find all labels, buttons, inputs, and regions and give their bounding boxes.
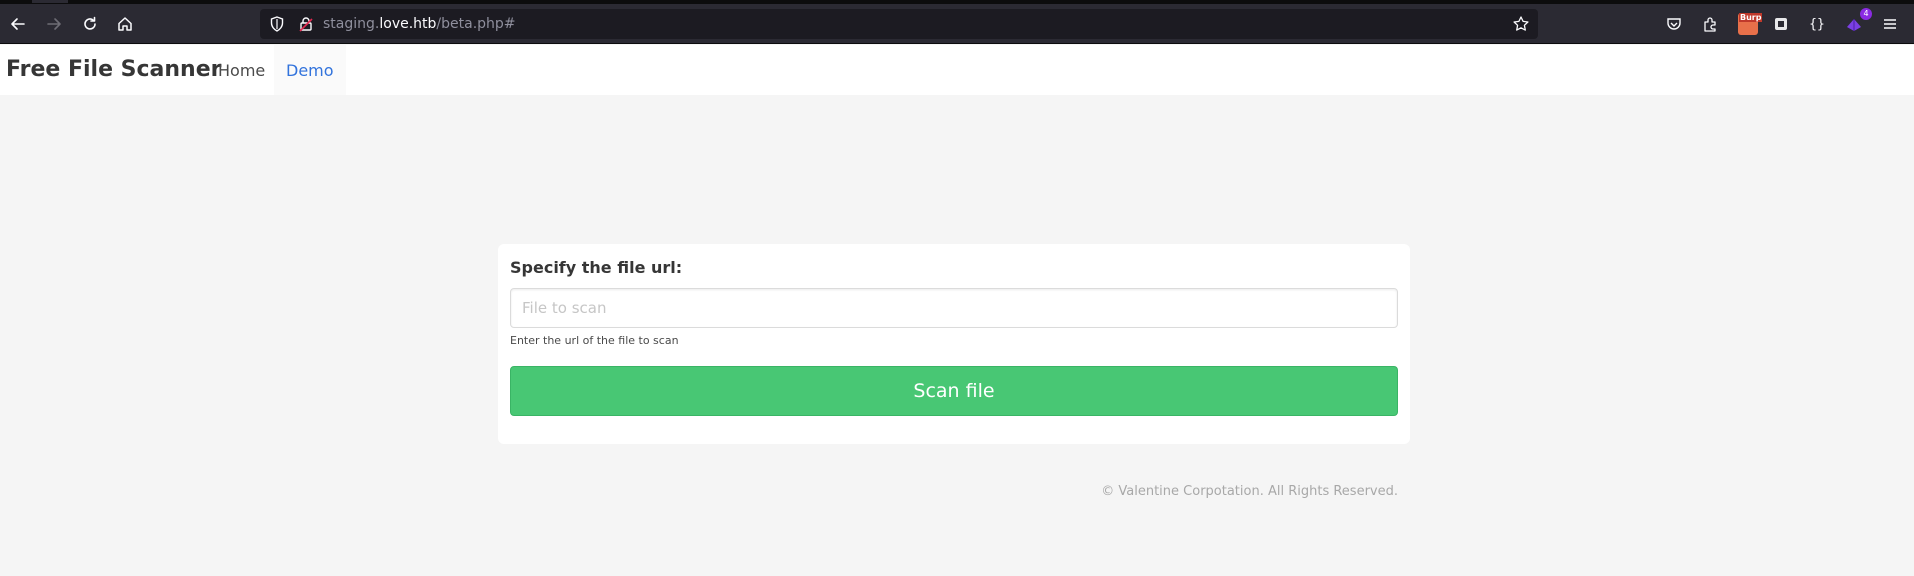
home-button[interactable] [111, 10, 139, 38]
site-navbar: Free File Scanner Home Demo [0, 45, 1914, 95]
back-button[interactable] [4, 10, 32, 38]
tab-indicator [32, 0, 68, 3]
back-icon [11, 18, 25, 30]
forward-icon [47, 18, 61, 30]
footer-copyright: © Valentine Corpotation. All Rights Rese… [1101, 484, 1398, 499]
file-url-label: Specify the file url: [510, 258, 683, 277]
shield-icon[interactable] [268, 15, 286, 33]
forward-button[interactable] [40, 10, 68, 38]
url-host: love.htb [379, 16, 437, 32]
pocket-icon [1667, 18, 1681, 30]
url-path: /beta.php# [436, 16, 516, 32]
burp-icon[interactable]: Burp [1738, 13, 1763, 35]
nav-demo-link[interactable]: Demo [274, 45, 346, 95]
pocket-button[interactable] [1664, 14, 1684, 34]
file-url-help: Enter the url of the file to scan [510, 334, 679, 347]
home-icon [118, 17, 132, 31]
reload-icon [84, 16, 96, 30]
json-icon[interactable]: {} [1807, 14, 1827, 34]
burp-label: Burp [1739, 13, 1763, 22]
nav-home-link[interactable]: Home [206, 45, 277, 95]
extensions-button[interactable] [1700, 14, 1720, 34]
notification-badge: 4 [1860, 8, 1872, 20]
url-text[interactable]: staging.love.htb/beta.php# [323, 16, 516, 32]
reload-button[interactable] [76, 10, 104, 38]
url-bar[interactable]: staging.love.htb/beta.php# [260, 9, 1538, 39]
browser-toolbar: staging.love.htb/beta.php# Burp {} 4 [0, 4, 1914, 44]
menu-button[interactable] [1880, 14, 1900, 34]
star-icon[interactable] [1512, 15, 1530, 33]
menu-icon [1884, 19, 1896, 29]
file-url-input[interactable] [510, 288, 1398, 328]
lock-icon[interactable] [297, 15, 315, 33]
site-brand[interactable]: Free File Scanner [6, 57, 222, 83]
json-label: {} [1809, 16, 1825, 32]
container-icon [1775, 18, 1787, 30]
scan-form-card: Specify the file url: Enter the url of t… [498, 244, 1410, 444]
container-button[interactable] [1771, 14, 1791, 34]
extensions-icon [1704, 17, 1716, 32]
scan-file-button[interactable]: Scan file [510, 366, 1398, 416]
url-prefix: staging. [323, 16, 380, 32]
